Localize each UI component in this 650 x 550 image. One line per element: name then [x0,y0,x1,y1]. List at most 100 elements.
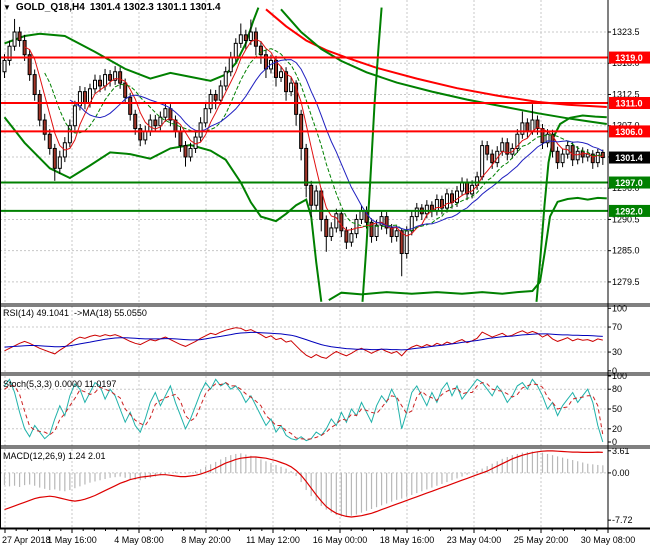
candle-bull [354,218,359,235]
candle-bull [208,93,213,110]
ohlc-readout: 1301.4 1302.3 1301.1 1301.4 [89,2,221,13]
candle-bear [525,122,530,132]
candle-bull [248,31,253,42]
candle-bear [138,128,143,141]
time-axis-label: 23 May 04:00 [447,535,502,545]
time-axis-label: 4 May 08:00 [114,535,164,545]
candle-bull [233,42,238,59]
price-badge-label: 1297.0 [615,178,643,188]
candle-bear [213,93,218,101]
candle-bull [560,153,565,164]
candle-bull [314,190,319,206]
macd-indicator-label: MACD(12,26,9) 1.24 2.01 [3,451,106,461]
candle-bull [334,213,339,229]
candle-bull [575,150,580,161]
candle-bear [309,184,314,206]
candle-bull [188,147,193,158]
time-axis-label: 18 May 16:00 [380,535,435,545]
candle-bull [228,57,233,73]
candle-bull [57,156,62,169]
candle-bull [424,204,429,215]
time-axis-label: 27 Apr 2018 [2,535,51,545]
candle-bull [203,108,208,124]
axis-tick-label: 100 [612,371,627,381]
axis-tick-label: -7.72 [612,515,633,525]
candle-bear [32,74,37,95]
axis-tick-label: 70 [612,322,622,332]
price-badge-label: 1311.0 [615,99,642,109]
axis-tick-label: 1279.5 [612,277,640,287]
candle-bull [289,82,294,93]
candle-bull [143,130,148,141]
axis-tick-label: 30 [612,347,622,357]
candle-bull [480,145,485,178]
candle-bull [394,230,399,237]
candle-bull [460,182,465,192]
trading-chart-window: 1323.51318.01312.51307.01301.51296.01290… [0,0,650,550]
candle-bear [82,91,87,104]
axis-tick-label: 3.61 [612,446,630,456]
candle-bull [218,85,223,101]
candle-bull [103,74,108,87]
candle-bull [163,108,168,118]
candle-bull [279,71,284,78]
candle-bull [2,59,7,73]
candle-bear [555,150,560,164]
axis-tick-label: 0.00 [612,468,630,478]
axis-tick-label: 50 [612,404,622,414]
candle-bear [304,147,309,186]
candle-bear [344,230,349,243]
candle-bull [404,230,409,255]
candle-bear [183,145,188,158]
candle-bull [329,227,334,237]
axis-tick-label: 1285.0 [612,246,640,256]
candle-bull [434,199,439,212]
time-axis-label: 25 May 20:00 [514,535,569,545]
candle-bear [449,193,454,203]
symbol-dropdown-icon[interactable]: ▼ [3,3,11,12]
axis-tick-label: 20 [612,424,622,434]
price-badge-label: 1306.0 [615,127,643,137]
candle-bear [243,34,248,42]
chart-canvas: 1323.51318.01312.51307.01301.51296.01290… [0,0,650,550]
candle-bull [93,79,98,90]
time-axis-label: 16 May 00:00 [313,535,368,545]
candle-bear [17,31,22,42]
price-badge-label: 1301.4 [615,153,643,163]
candle-bull [198,122,203,138]
candle-bear [108,74,113,81]
time-axis-label: 11 May 12:00 [246,535,300,545]
price-badge-label: 1319.0 [615,53,643,63]
candle-bear [133,113,138,130]
candle-bull [444,193,449,209]
candle-bear [339,213,344,232]
time-axis-label: 30 May 08:00 [581,535,636,545]
candle-bull [530,119,535,132]
chart-title-bar: ▼ GOLD_Q18,H4 1301.4 1302.3 1301.1 1301.… [3,2,221,13]
candle-bear [98,79,103,87]
candle-bull [359,210,364,220]
candle-bull [374,224,379,237]
symbol-timeframe-label: GOLD_Q18,H4 [15,2,85,13]
time-axis-label: 1 May 16:00 [47,535,97,545]
candle-bear [490,153,495,164]
candle-bear [319,190,324,220]
stoch-indicator-label: Stoch(5,3,3) 0.0000 11.0197 [3,379,117,389]
candle-bull [349,233,354,243]
axis-tick-label: 1323.5 [612,27,640,37]
candle-bull [72,105,77,127]
axis-tick-label: 100 [612,303,627,313]
candle-bull [223,71,228,87]
candle-bear [570,145,575,161]
candle-bull [455,190,460,203]
price-badge-label: 1292.0 [615,206,643,216]
candle-bear [178,130,183,147]
candle-bear [485,145,490,155]
axis-tick-label: 80 [612,384,622,394]
candle-bear [37,93,42,121]
candle-bear [47,133,52,149]
candle-bull [595,151,600,164]
candle-bull [500,142,505,152]
candle-bear [118,71,123,84]
rsi-indicator-label: RSI(14) 49.1041 ->MA(18) 55.0550 [3,308,147,318]
